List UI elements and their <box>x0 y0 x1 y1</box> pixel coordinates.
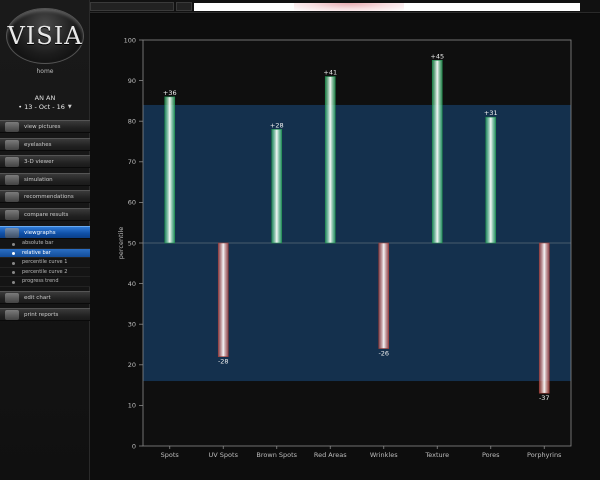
relative-bar-chart: 0 10 20 30 40 50 60 70 80 90 100 Spots UV Spots Brow… <box>117 36 572 459</box>
recommendations-icon <box>5 192 19 203</box>
patient-name: AN AN <box>34 94 56 102</box>
bar-data-label: +41 <box>323 69 337 77</box>
graph-option-label: absolute bar <box>22 240 54 247</box>
bullet-icon <box>12 261 15 265</box>
x-tick-label: Red Areas <box>314 451 347 459</box>
bar-data-label: +28 <box>270 121 284 129</box>
menu-item-recommendations[interactable]: recommendations <box>0 190 90 204</box>
3d-viewer-icon <box>5 157 19 168</box>
graph-options: absolute bar relative bar percentile cur… <box>0 239 90 287</box>
y-tick-label: 50 <box>128 239 136 247</box>
bar-red-areas[interactable] <box>324 76 336 244</box>
menu-item-eyelashes[interactable]: eyelashes <box>0 137 90 151</box>
graph-option-percentile-curve-2[interactable]: percentile curve 2 <box>0 267 90 278</box>
print-reports-icon <box>5 310 19 321</box>
y-tick-label: 90 <box>128 77 136 85</box>
bullet-icon <box>12 242 15 246</box>
y-tick-label: 70 <box>128 158 136 166</box>
menu-item-label: compare results <box>24 211 69 218</box>
viewgraphs-icon <box>5 227 19 238</box>
x-tick-label: Porphyrins <box>527 451 562 459</box>
bullet-icon <box>12 252 15 256</box>
bar-data-label: +31 <box>484 109 498 117</box>
sidebar: VISIA home AN AN • 13 - Oct - 16 ▼ view … <box>0 0 90 480</box>
x-tick-label: Brown Spots <box>256 451 297 459</box>
bar-texture[interactable] <box>431 59 443 244</box>
image-preview-bar[interactable] <box>194 3 580 11</box>
x-axis: Spots UV Spots Brown Spots Red Areas Wrinkle… <box>161 446 562 459</box>
simulation-icon <box>5 174 19 185</box>
eyelashes-icon <box>5 139 19 150</box>
graph-option-relative-bar[interactable]: relative bar <box>0 248 90 259</box>
view-pictures-icon <box>5 122 19 132</box>
x-tick-label: Pores <box>482 451 500 459</box>
strip-tab-small[interactable] <box>176 2 192 11</box>
bullet-icon <box>12 271 15 275</box>
graph-option-progress-trend[interactable]: progress trend <box>0 277 90 287</box>
graph-option-absolute-bar[interactable]: absolute bar <box>0 239 90 249</box>
y-tick-label: 40 <box>128 280 136 288</box>
bar-data-label: -37 <box>539 394 550 402</box>
menu-item-edit-chart[interactable]: edit chart <box>0 290 90 304</box>
bullet-icon <box>12 280 15 284</box>
graph-option-label: relative bar <box>22 249 51 256</box>
menu-item-3d-viewer[interactable]: 3-D viewer <box>0 155 90 169</box>
menu-item-compare-results[interactable]: compare results <box>0 207 90 221</box>
bar-wrinkles[interactable] <box>378 242 390 349</box>
y-tick-label: 10 <box>128 402 136 410</box>
menu-item-label: eyelashes <box>24 141 52 148</box>
bar-porphyrins[interactable] <box>538 242 550 394</box>
visia-logo[interactable]: VISIA <box>6 8 84 64</box>
y-tick-label: 80 <box>128 118 136 126</box>
bar-spots[interactable] <box>164 96 176 244</box>
logo-text: VISIA <box>7 22 83 50</box>
y-tick-label: 0 <box>132 442 136 450</box>
strip-tab[interactable] <box>90 2 174 11</box>
x-tick-label: UV Spots <box>209 451 239 459</box>
bar-pores[interactable] <box>485 116 497 244</box>
menu-item-view-pictures[interactable]: view pictures <box>0 120 90 133</box>
bar-data-label: +45 <box>430 52 444 60</box>
bar-data-label: -28 <box>218 358 229 366</box>
menu-item-label: 3-D viewer <box>24 159 54 166</box>
y-tick-label: 100 <box>124 36 136 44</box>
y-axis: 0 10 20 30 40 50 60 70 80 90 100 <box>124 36 143 450</box>
menu-item-label: recommendations <box>24 194 74 201</box>
menu-item-simulation[interactable]: simulation <box>0 172 90 186</box>
x-tick-label: Wrinkles <box>370 451 398 459</box>
graph-option-label: progress trend <box>22 278 59 285</box>
menu-item-print-reports[interactable]: print reports <box>0 308 90 322</box>
bar-data-label: -26 <box>378 350 389 358</box>
home-link[interactable]: home <box>0 68 90 75</box>
date-value: • 13 - Oct - 16 <box>18 103 65 111</box>
menu-item-viewgraphs[interactable]: viewgraphs <box>0 225 90 239</box>
graph-option-label: percentile curve 2 <box>22 268 68 275</box>
x-tick-label: Spots <box>161 451 180 459</box>
graph-option-label: percentile curve 1 <box>22 259 68 266</box>
bar-uv-spots[interactable] <box>217 242 229 357</box>
chart-panel: 0 10 20 30 40 50 60 70 80 90 100 Spots UV Spots Brow… <box>90 14 600 480</box>
menu-item-label: print reports <box>24 312 59 319</box>
y-axis-label: percentile <box>117 227 125 260</box>
bar-brown-spots[interactable] <box>271 129 283 244</box>
compare-results-icon <box>5 209 19 220</box>
menu-item-label: view pictures <box>24 124 61 130</box>
date-select[interactable]: • 13 - Oct - 16 ▼ <box>0 103 90 111</box>
x-tick-label: Texture <box>424 451 449 459</box>
menu: view pictures eyelashes 3-D viewer simul… <box>0 120 90 326</box>
bar-data-label: +36 <box>163 89 177 97</box>
y-tick-label: 20 <box>128 361 136 369</box>
menu-item-label: edit chart <box>24 294 51 301</box>
y-tick-label: 30 <box>128 321 136 329</box>
menu-item-label: simulation <box>24 176 53 183</box>
menu-item-label: viewgraphs <box>24 229 56 236</box>
edit-chart-icon <box>5 292 19 303</box>
graph-option-percentile-curve-1[interactable]: percentile curve 1 <box>0 258 90 268</box>
image-strip <box>90 0 600 13</box>
chevron-down-icon: ▼ <box>67 104 72 110</box>
y-tick-label: 60 <box>128 199 136 207</box>
